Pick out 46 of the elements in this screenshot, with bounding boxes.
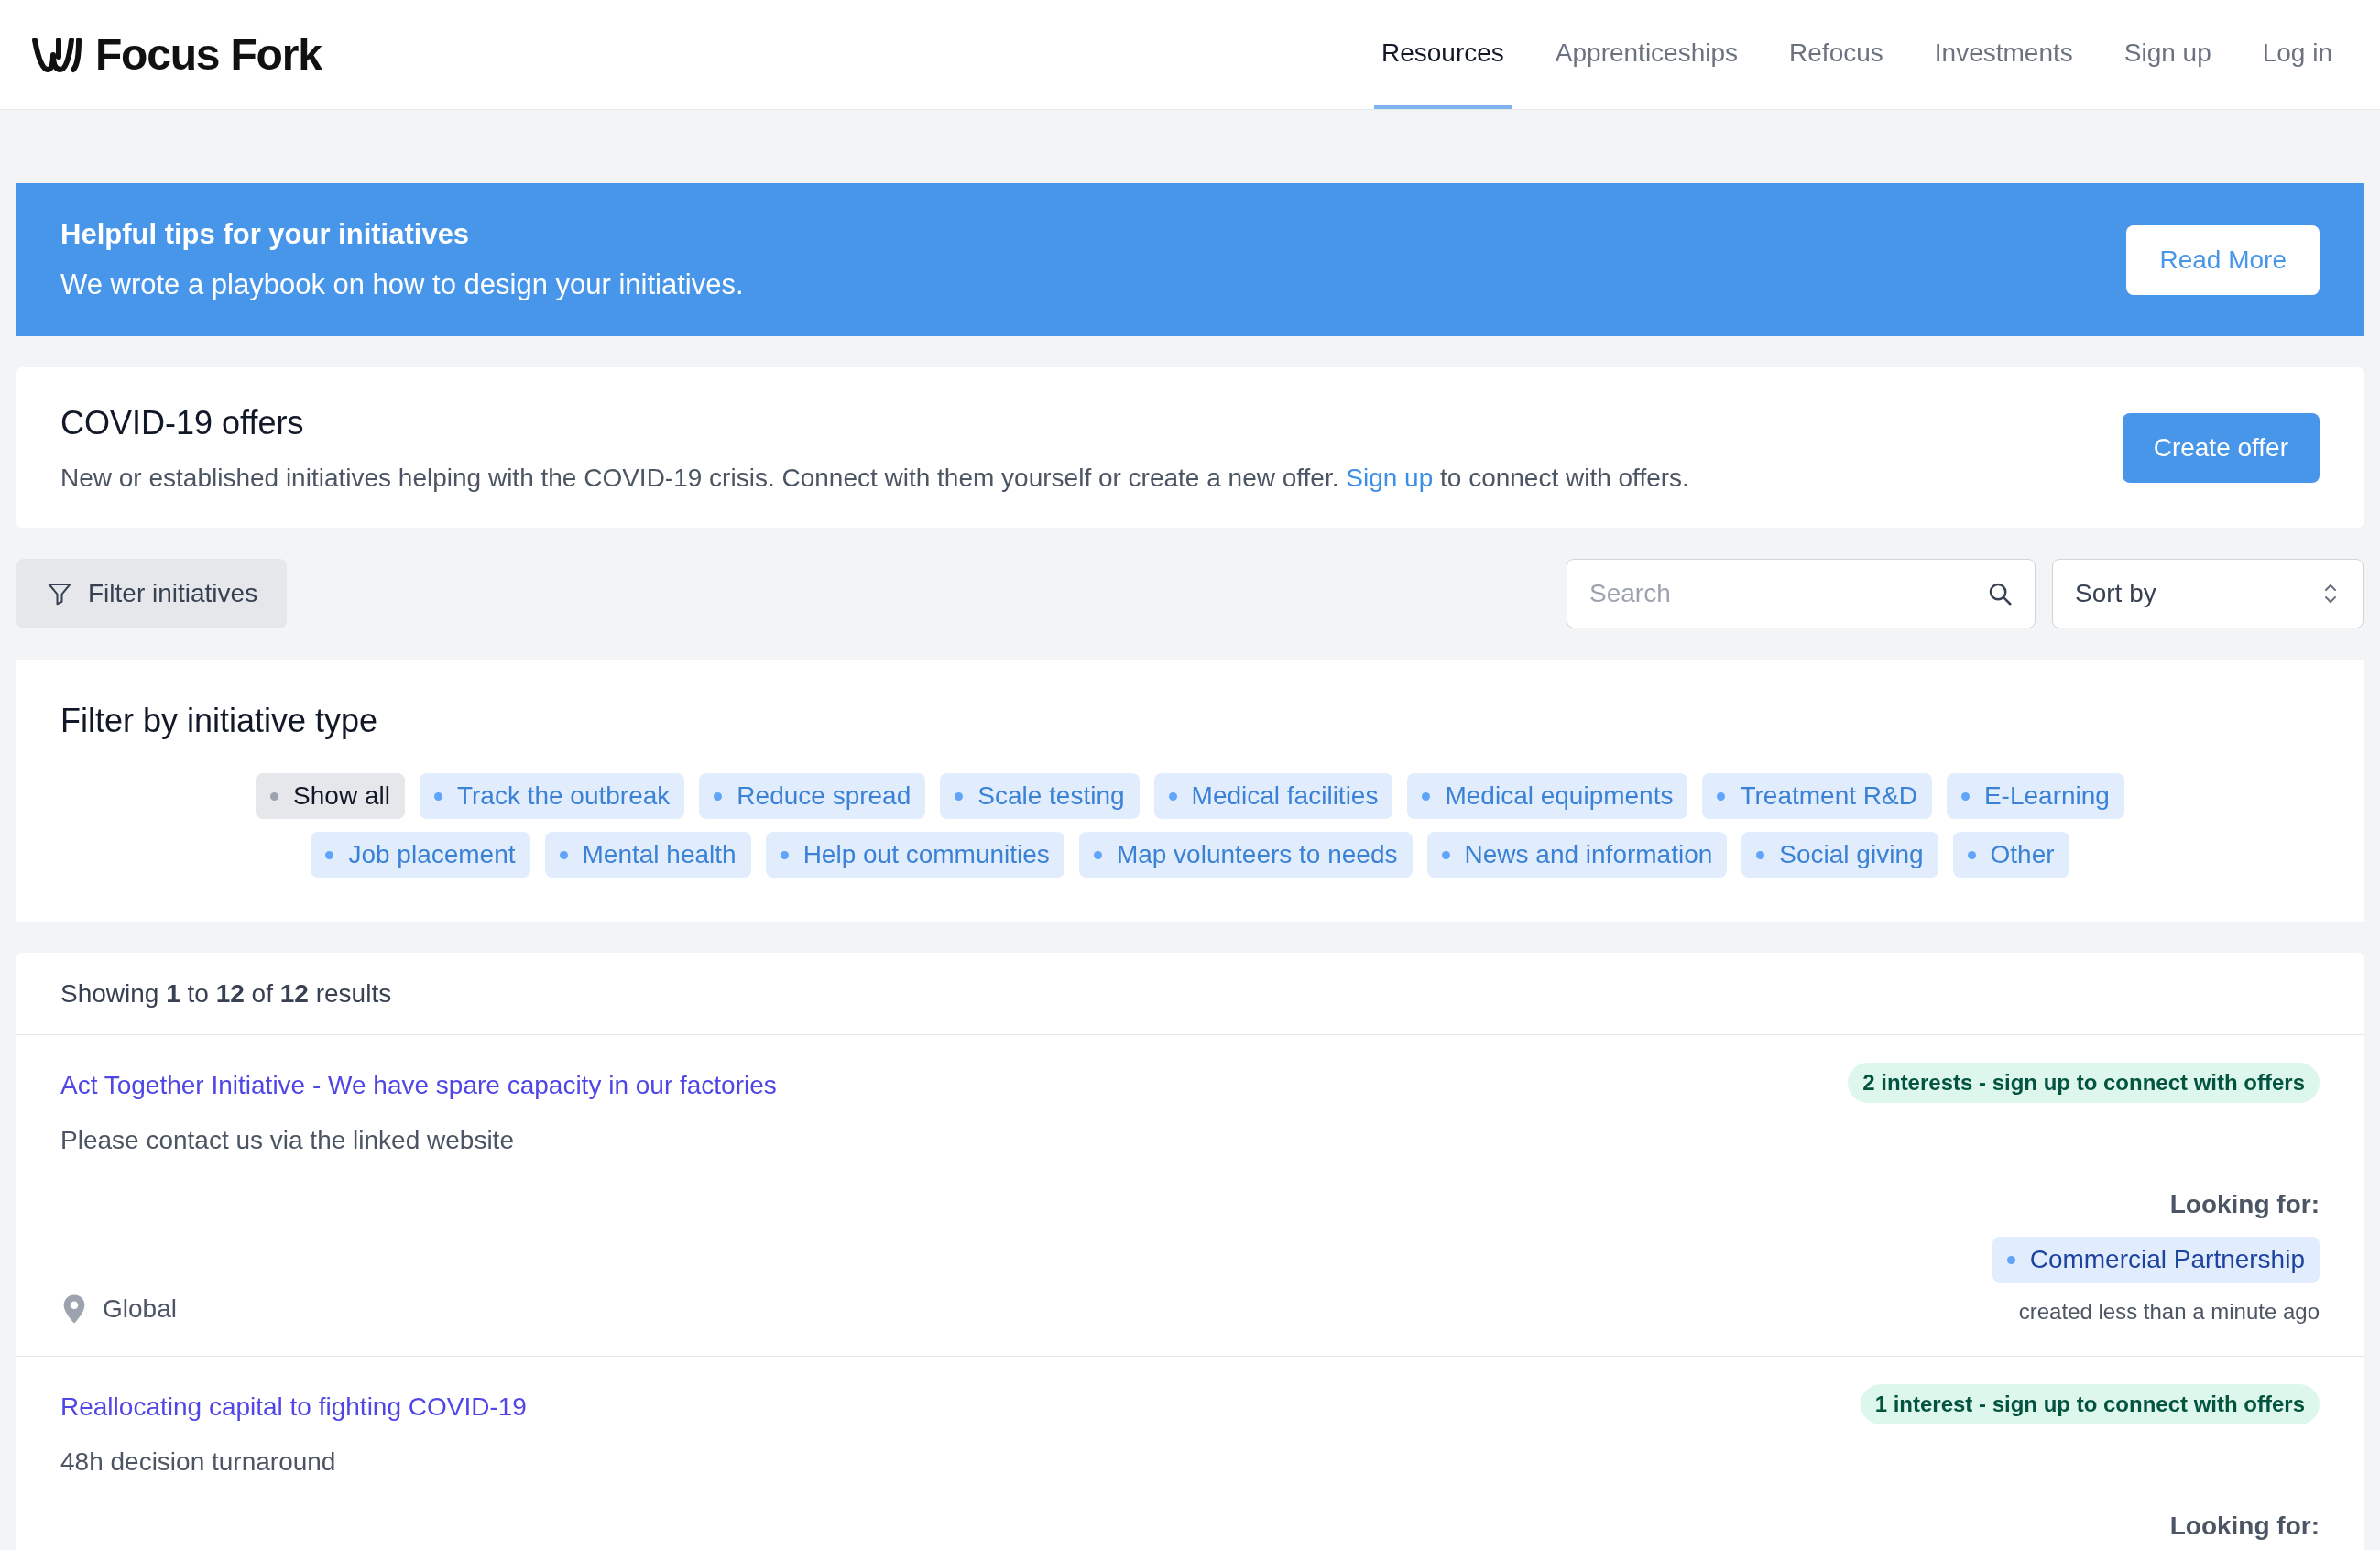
location-text: Global	[103, 1293, 177, 1325]
filter-chip[interactable]: Show all	[256, 773, 405, 819]
sign-up-link[interactable]: Sign up	[1346, 463, 1434, 492]
filter-chip[interactable]: Medical equipments	[1407, 773, 1688, 819]
filter-chip[interactable]: Track the outbreak	[419, 773, 685, 819]
filter-chip[interactable]: Social giving	[1741, 832, 1938, 878]
filter-title: Filter by initiative type	[60, 701, 379, 741]
result-description: 48h decision turnaround	[60, 1446, 337, 1478]
nav-link[interactable]: Investments	[1927, 0, 2080, 109]
sort-select[interactable]: Sort by	[2052, 559, 2364, 628]
interest-badge: 1 interest - sign up to connect with offers	[1860, 1384, 2320, 1424]
looking-for-label: Looking for:	[2169, 1511, 2320, 1542]
banner-title: Helpful tips for your initiatives	[60, 217, 471, 252]
logo-icon	[31, 36, 84, 73]
create-offer-button[interactable]: Create offer	[2122, 412, 2320, 483]
interest-badge: 2 interests - sign up to connect with offers	[1848, 1063, 2320, 1103]
filter-chip[interactable]: Help out communities	[765, 832, 1064, 878]
logo-text: Focus Fork	[95, 28, 322, 81]
result-description: Please contact us via the linked website	[60, 1125, 515, 1156]
nav-link[interactable]: Log in	[2254, 0, 2340, 109]
filter-chip[interactable]: News and information	[1426, 832, 1728, 878]
filter-chip[interactable]: Reduce spread	[699, 773, 926, 819]
filter-chip[interactable]: E-Learning	[1946, 773, 2124, 819]
filter-chip[interactable]: Other	[1952, 832, 2069, 878]
nav-link[interactable]: Apprenticeships	[1547, 0, 1746, 109]
result-title[interactable]: Reallocating capital to fighting COVID-19	[60, 1388, 527, 1426]
read-more-button[interactable]: Read More	[2126, 224, 2320, 295]
result-title[interactable]: Act Together Initiative - We have spare capacity in our factories	[60, 1066, 777, 1105]
banner-text: We wrote a playbook on how to design your initiatives.	[60, 267, 744, 302]
filter-chip[interactable]: Treatment R&D	[1702, 773, 1932, 819]
offers-description: New or established initiatives helping with the COVID-19 crisis. Connect with them yourself or create a new offer. Sign up to connect with offers.	[60, 462, 1689, 494]
filter-chip[interactable]: Medical facilities	[1153, 773, 1393, 819]
results-summary: Showing 1 to 12 of 12 results	[60, 977, 392, 1010]
search-field[interactable]: Search	[1567, 559, 2036, 628]
looking-for-tag: Commercial Partnership	[1992, 1237, 2320, 1283]
created-time: created less than a minute ago	[2018, 1298, 2320, 1326]
offers-title: COVID-19 offers	[60, 402, 305, 443]
filter-initiatives-button[interactable]: Filter initiatives	[16, 559, 288, 628]
filter-chip[interactable]: Job placement	[311, 832, 530, 878]
nav-link[interactable]: Sign up	[2116, 0, 2219, 109]
nav-link[interactable]: Refocus	[1782, 0, 1891, 109]
nav-link[interactable]: Resources	[1374, 0, 1512, 109]
filter-chip[interactable]: Scale testing	[940, 773, 1140, 819]
looking-for-label: Looking for:	[2169, 1189, 2320, 1220]
filter-chip[interactable]: Mental health	[544, 832, 751, 878]
filter-chip[interactable]: Map volunteers to needs	[1078, 832, 1413, 878]
